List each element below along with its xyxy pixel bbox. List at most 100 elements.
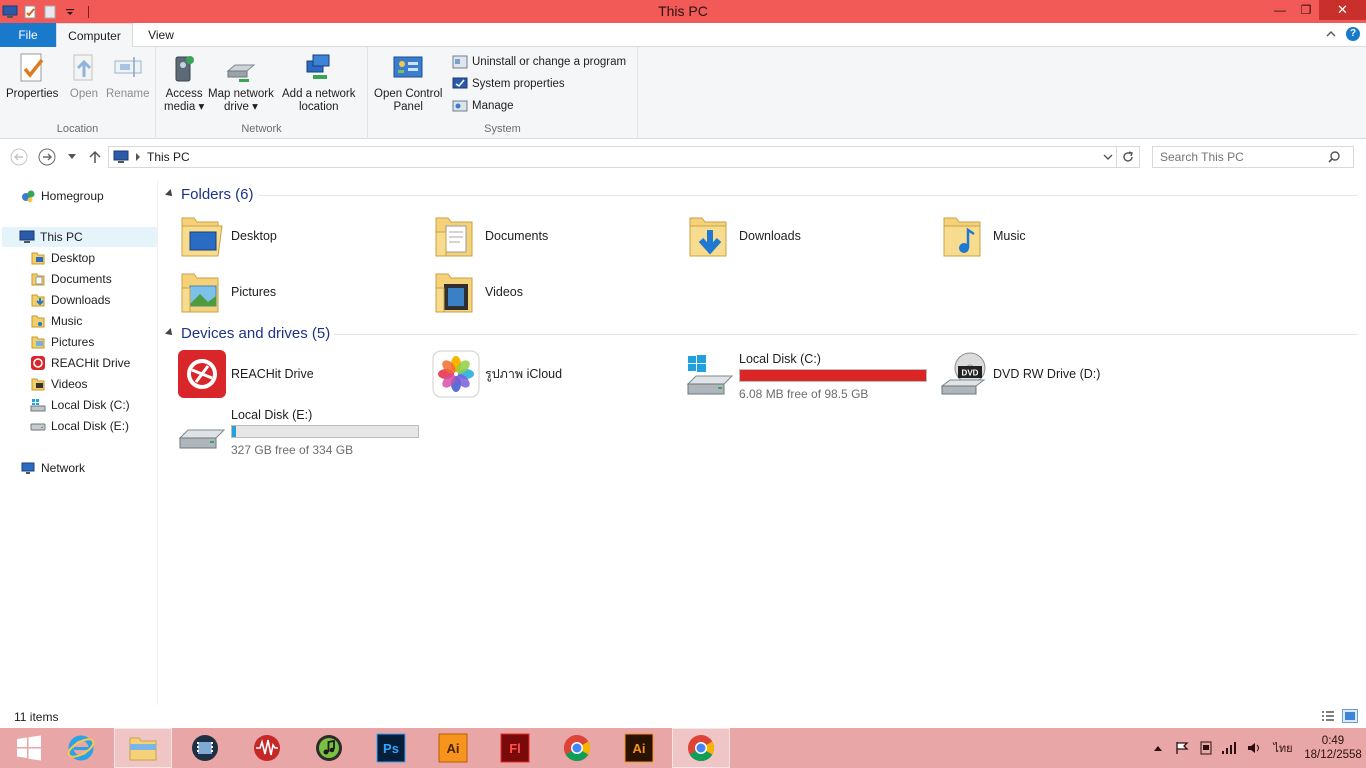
nav-music-label: Music	[51, 314, 83, 328]
taskbar-media-player[interactable]	[176, 728, 234, 768]
up-button[interactable]	[85, 147, 105, 167]
taskbar: Ps Ai Fl Ai ไทย 0:49 18/12/2558	[0, 728, 1366, 768]
taskbar-itunes[interactable]	[300, 728, 358, 768]
back-button[interactable]	[9, 147, 29, 167]
pictures-folder-icon	[181, 273, 219, 313]
nav-item-local-disk-c[interactable]: Local Disk (C:)	[30, 395, 130, 415]
clock[interactable]: 0:49 18/12/2558	[1300, 734, 1366, 762]
search-input[interactable]	[1153, 150, 1328, 164]
taskbar-illustrator-2[interactable]: Ai	[610, 728, 668, 768]
drive-tile-local-disk-c[interactable]: Local Disk (C:) 6.08 MB free of 98.5 GB	[686, 350, 927, 402]
nav-item-documents[interactable]: Documents	[30, 269, 112, 289]
taskbar-internet-explorer[interactable]	[52, 728, 110, 768]
folder-desktop-label: Desktop	[231, 229, 277, 243]
nav-item-music[interactable]: Music	[30, 311, 82, 331]
action-center-flag[interactable]	[1170, 728, 1194, 768]
nav-item-pictures[interactable]: Pictures	[30, 332, 94, 352]
nav-pictures-label: Pictures	[51, 335, 95, 349]
speaker-icon	[1248, 743, 1259, 753]
access-media-button[interactable]: Access media ▾	[164, 51, 204, 114]
taskbar-photoshop[interactable]: Ps	[362, 728, 420, 768]
nav-item-local-disk-e[interactable]: Local Disk (E:)	[30, 416, 129, 436]
breadcrumb-this-pc[interactable]: This PC	[147, 150, 190, 164]
nav-item-reachit-drive[interactable]: REACHit Drive	[30, 353, 130, 373]
large-icons-view-icon[interactable]	[1342, 709, 1358, 723]
map-network-drive-button[interactable]: Map network drive ▾	[208, 51, 274, 114]
search-box[interactable]	[1152, 146, 1354, 168]
nav-item-downloads[interactable]: Downloads	[30, 290, 110, 310]
music-folder-icon	[943, 217, 981, 257]
icloud-photos-label: รูปภาพ iCloud	[485, 367, 563, 381]
search-icon[interactable]	[1328, 151, 1340, 163]
add-network-location-button[interactable]: Add a network location	[282, 51, 356, 114]
folder-tile-music[interactable]: Music	[940, 210, 1026, 262]
recent-locations-button[interactable]	[62, 147, 82, 167]
refresh-icon[interactable]	[1122, 151, 1134, 163]
drive-tile-reachit[interactable]: REACHit Drive	[178, 348, 314, 400]
chrome-icon	[688, 735, 715, 762]
clock-time: 0:49	[1321, 735, 1345, 747]
uninstall-program-button[interactable]: Uninstall or change a program	[452, 52, 626, 72]
help-icon[interactable]: ?	[1346, 27, 1360, 41]
input-language-button[interactable]: ไทย	[1266, 728, 1300, 768]
rename-button[interactable]: Rename	[106, 51, 149, 101]
show-hidden-icons-button[interactable]	[1146, 728, 1170, 768]
tab-computer[interactable]: Computer	[56, 23, 133, 48]
forward-button[interactable]	[37, 147, 57, 167]
manage-button[interactable]: Manage	[452, 96, 514, 116]
drive-tile-local-disk-e[interactable]: Local Disk (E:) 327 GB free of 334 GB	[178, 406, 419, 458]
breadcrumb-chevron-icon[interactable]	[135, 153, 141, 161]
system-properties-button[interactable]: System properties	[452, 74, 565, 94]
ribbon-group-network: Access media ▾ Map network drive ▾ Add a…	[156, 47, 368, 139]
minimize-button[interactable]: —	[1267, 0, 1293, 20]
start-button[interactable]	[0, 728, 58, 768]
reachit-drive-icon	[178, 350, 226, 398]
nav-downloads-label: Downloads	[51, 293, 111, 307]
local-disk-e-usage-fill	[232, 425, 236, 437]
map-network-drive-label-1: Map network	[208, 88, 274, 100]
taskbar-flash[interactable]: Fl	[486, 728, 544, 768]
folder-tile-downloads[interactable]: Downloads	[686, 210, 801, 262]
restore-button[interactable]: ❐	[1293, 0, 1319, 20]
nav-network[interactable]: Network	[20, 458, 85, 478]
taskbar-file-explorer[interactable]	[114, 728, 172, 768]
open-control-panel-button[interactable]: Open Control Panel	[374, 51, 442, 114]
address-dropdown-icon[interactable]	[1103, 153, 1113, 161]
volume-button[interactable]	[1242, 728, 1266, 768]
folder-tile-pictures[interactable]: Pictures	[178, 266, 276, 318]
device-tray-icon[interactable]	[1194, 728, 1218, 768]
taskbar-illustrator-1[interactable]: Ai	[424, 728, 482, 768]
taskbar-chrome-2[interactable]	[672, 728, 730, 768]
nav-homegroup[interactable]: Homegroup	[20, 186, 104, 206]
folder-tile-documents[interactable]: Documents	[432, 210, 548, 262]
dvd-drive-icon: DVD	[940, 352, 986, 395]
folders-group-header[interactable]: Folders (6)	[165, 182, 254, 206]
folder-tile-desktop[interactable]: Desktop	[178, 210, 277, 262]
network-status-button[interactable]	[1218, 728, 1242, 768]
nav-this-pc[interactable]: This PC	[2, 227, 157, 247]
properties-button[interactable]: Properties	[6, 51, 58, 101]
folder-tile-videos[interactable]: Videos	[432, 266, 523, 318]
collapse-ribbon-icon[interactable]	[1326, 30, 1336, 38]
audio-wave-icon	[254, 735, 280, 761]
drive-tile-icloud-photos[interactable]: รูปภาพ iCloud	[432, 348, 562, 400]
internet-explorer-icon	[67, 735, 95, 761]
address-bar[interactable]: This PC	[108, 146, 1140, 168]
devices-group-header[interactable]: Devices and drives (5)	[165, 321, 331, 345]
taskbar-chrome-1[interactable]	[548, 728, 606, 768]
up-arrow-icon	[89, 150, 101, 163]
folders-header-label: Folders (6)	[181, 185, 254, 203]
details-view-icon[interactable]	[1320, 709, 1336, 723]
devices-header-label: Devices and drives (5)	[181, 324, 331, 342]
tab-view[interactable]: View	[139, 23, 183, 47]
taskbar-audio-app[interactable]	[238, 728, 296, 768]
nav-item-desktop[interactable]: Desktop	[30, 248, 95, 268]
local-disk-e-name: Local Disk (E:)	[231, 407, 313, 422]
tab-file[interactable]: File	[0, 23, 56, 47]
close-button[interactable]: ✕	[1319, 0, 1366, 20]
drive-tile-dvd[interactable]: DVD DVD RW Drive (D:)	[940, 348, 1100, 400]
nav-item-videos[interactable]: Videos	[30, 374, 87, 394]
system-properties-icon	[452, 77, 468, 89]
open-button[interactable]: Open	[68, 51, 100, 101]
hard-drive-icon	[178, 429, 226, 449]
